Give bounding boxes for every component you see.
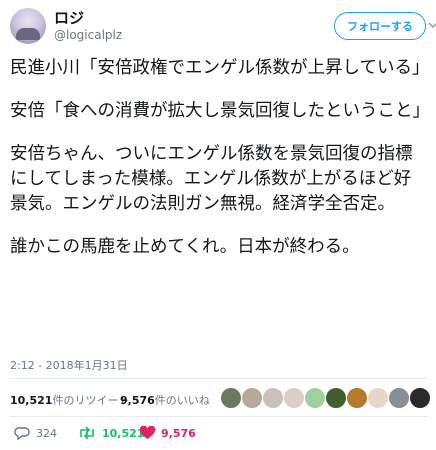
liker-avatar[interactable]	[304, 387, 326, 409]
tweet-paragraph: 安倍「食への消費が拡大し景気回復したということ」	[10, 101, 430, 121]
like-stat-label: 件のいいね	[154, 394, 210, 407]
divider	[10, 416, 428, 417]
liker-avatar[interactable]	[346, 387, 368, 409]
liker-avatar[interactable]	[367, 387, 389, 409]
liker-avatar[interactable]	[283, 387, 305, 409]
liker-avatar[interactable]	[220, 387, 242, 409]
tweet-text: 民進小川「安倍政権でエンゲル係数が上昇している」 安倍「食への消費が拡大し景気回…	[10, 56, 430, 278]
retweet-stat-count: 10,521	[10, 394, 53, 407]
like-stat-count: 9,576	[120, 394, 155, 407]
tweet-paragraph: 民進小川「安倍政権でエンゲル係数が上昇している」	[10, 58, 430, 78]
retweet-count: 10,521	[102, 426, 145, 440]
like-button[interactable]: 9,576	[140, 426, 196, 440]
timestamp[interactable]: 2:12 - 2018年1月31日	[10, 357, 128, 373]
divider	[10, 378, 428, 379]
display-name[interactable]: ロジ	[54, 9, 122, 27]
retweet-stat[interactable]: 10,521件のリツイート	[10, 392, 129, 408]
reply-icon	[14, 426, 30, 440]
chevron-down-icon[interactable]	[428, 20, 436, 30]
tweet-paragraph: 誰かこの馬鹿を止めてくれ。日本が終わる。	[10, 237, 360, 257]
retweet-icon	[78, 426, 96, 440]
user-handle[interactable]: @logicalplz	[54, 27, 122, 43]
retweet-stat-label: 件のリツイート	[52, 394, 130, 407]
heart-icon	[140, 426, 155, 440]
tweet-actions: 324 10,521 9,576	[10, 424, 428, 446]
reply-count: 324	[36, 426, 57, 440]
like-stat[interactable]: 9,576件のいいね	[120, 392, 210, 408]
liker-avatar[interactable]	[262, 387, 284, 409]
liker-avatar[interactable]	[241, 387, 263, 409]
liker-avatar[interactable]	[325, 387, 347, 409]
liker-avatar[interactable]	[388, 387, 410, 409]
like-count: 9,576	[161, 426, 196, 440]
follow-button[interactable]: フォローする	[334, 12, 426, 40]
tweet-paragraph: 安倍ちゃん、ついにエンゲル係数を景気回復の指標にしてしまった模様。エンゲル係数が…	[10, 144, 413, 214]
avatar[interactable]	[10, 8, 46, 44]
retweet-button[interactable]: 10,521	[78, 426, 144, 440]
tweet-header: ロジ @logicalplz フォローする	[10, 8, 436, 48]
engagement-stats: 10,521件のリツイート 9,576件のいいね	[10, 384, 431, 414]
user-names[interactable]: ロジ @logicalplz	[54, 9, 122, 43]
reply-button[interactable]: 324	[14, 426, 57, 440]
liker-avatar[interactable]	[409, 387, 431, 409]
